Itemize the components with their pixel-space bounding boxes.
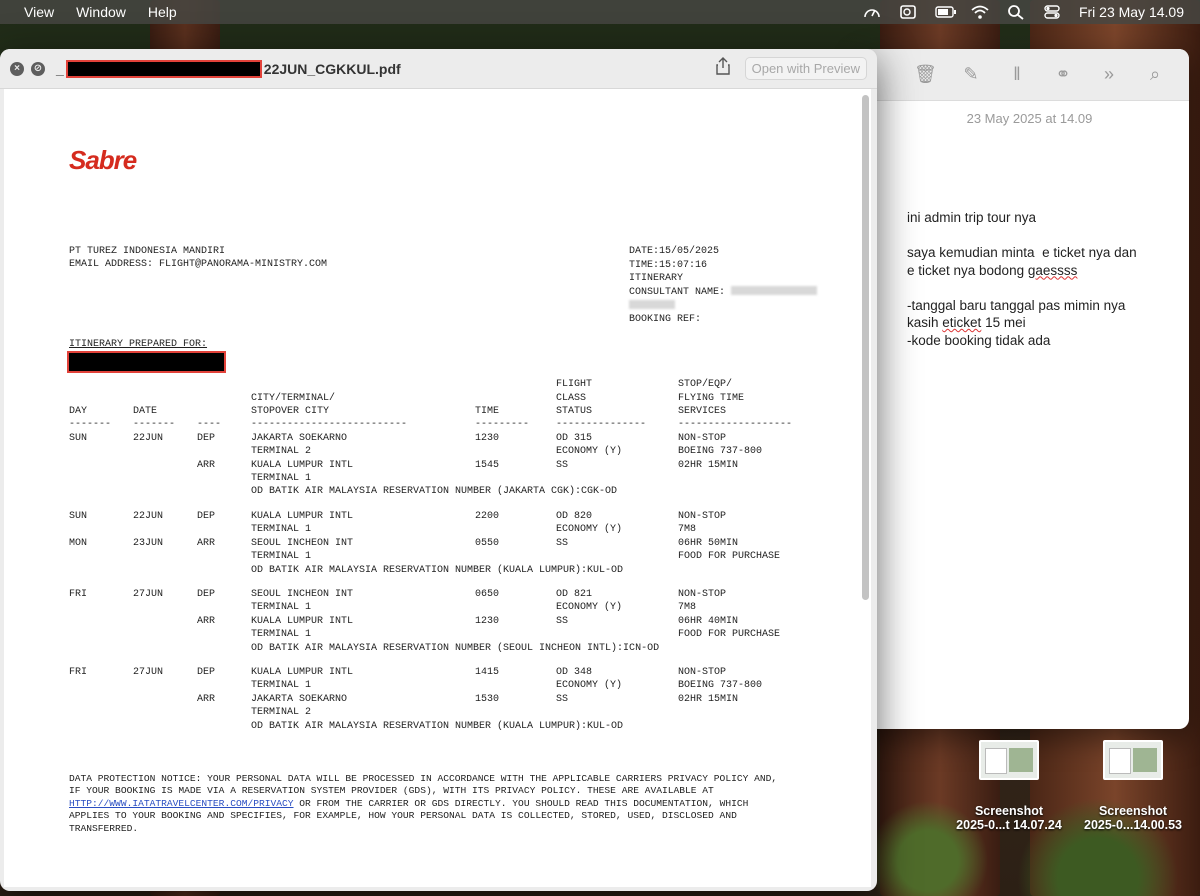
- battery-icon[interactable]: [935, 4, 956, 20]
- segment-time: 2200 0550: [475, 511, 500, 549]
- segment-time: 1415 1530: [475, 667, 500, 705]
- col-header-date: DATE: [133, 406, 158, 417]
- col-header-stop: STOP/EQP/ FLYING TIME SERVICES: [678, 379, 745, 417]
- more-icon[interactable]: »: [1098, 64, 1120, 85]
- itinerary-meta: DATE:15/05/2025 TIME:15:07:16 ITINERARY …: [629, 245, 818, 326]
- file-name: Screenshot: [974, 804, 1044, 818]
- close-icon[interactable]: ×: [10, 61, 24, 76]
- header-rule: -------: [69, 419, 112, 431]
- segment-time: 0650 1230: [475, 589, 500, 627]
- col-header-time: TIME: [475, 406, 500, 417]
- segment-date: 22JUN: [133, 432, 164, 444]
- segment-stop: NON-STOP 7M8 06HR 50MIN FOOD FOR PURCHAS…: [678, 511, 781, 563]
- segment-stop: NON-STOP BOEING 737-800 02HR 15MIN: [678, 667, 763, 705]
- blurred-text: [629, 299, 675, 309]
- menubar-clock[interactable]: Fri 23 May 14.09: [1079, 4, 1184, 20]
- quicklook-titlebar: × ⊘ _ 22JUN_CGKKUL.pdf Open with Preview: [0, 49, 877, 89]
- segment-action: DEP ARR: [197, 667, 216, 705]
- segment-flight: OD 315 ECONOMY (Y) SS: [556, 432, 623, 471]
- note-body[interactable]: ini admin trip tour nya saya kemudian mi…: [907, 209, 1177, 349]
- header-rule: ---------------: [556, 419, 647, 431]
- desktop-screenshot-file[interactable]: Screenshot 2025-0...14.00.53: [1068, 740, 1198, 832]
- segment-action: DEP ARR: [197, 432, 216, 471]
- header-rule: ----: [197, 419, 222, 431]
- screenshot-thumbnail: [1103, 740, 1163, 780]
- segment-date: 27JUN: [133, 667, 164, 678]
- notes-window: 🗑 ✎ ‖ ⚭ » ⌕ 23 May 2025 at 14.09 ini adm…: [860, 49, 1189, 729]
- note-line: ini admin trip tour nya: [907, 210, 1037, 225]
- menu-help[interactable]: Help: [137, 0, 188, 24]
- segment-time: 1230 1545: [475, 432, 500, 471]
- prepared-for-label: ITINERARY PREPARED FOR:: [69, 339, 208, 350]
- segment-flight: OD 821 ECONOMY (Y) SS: [556, 589, 623, 627]
- note-line: -tanggal baru tanggal pas mimin nya: [907, 297, 1126, 313]
- notes-toolbar: 🗑 ✎ ‖ ⚭ » ⌕: [860, 49, 1189, 101]
- gauge-icon[interactable]: [863, 4, 881, 20]
- segment-stop: NON-STOP BOEING 737-800 02HR 15MIN: [678, 432, 763, 471]
- blurred-text: [731, 286, 818, 296]
- open-with-preview-button[interactable]: Open with Preview: [744, 57, 867, 80]
- segment-stop: NON-STOP 7M8 06HR 40MIN FOOD FOR PURCHAS…: [678, 589, 781, 641]
- quicklook-window: × ⊘ _ 22JUN_CGKKUL.pdf Open with Preview…: [0, 49, 877, 891]
- search-icon[interactable]: [1007, 4, 1025, 20]
- search-icon[interactable]: ⌕: [1144, 64, 1166, 85]
- segment-flight: OD 348 ECONOMY (Y) SS: [556, 667, 623, 705]
- share-icon[interactable]: [715, 57, 731, 80]
- screenshot-thumbnail: [979, 740, 1039, 780]
- pdf-viewer[interactable]: Sabre PT TUREZ INDONESIA MANDIRI EMAIL A…: [4, 89, 871, 887]
- fullscreen-icon[interactable]: ⊘: [31, 61, 45, 76]
- segment-day: FRI: [69, 667, 88, 678]
- segment-date: 27JUN: [133, 589, 164, 600]
- note-date: 23 May 2025 at 14.09: [966, 111, 1093, 126]
- scrollbar[interactable]: [862, 95, 869, 600]
- note-line: kasih eticket 15 mei: [907, 315, 1026, 330]
- file-subname: 2025-0...14.00.53: [1084, 818, 1182, 832]
- note-line: e ticket nya bodong gaessss: [907, 262, 1078, 278]
- col-header-flight: FLIGHT CLASS STATUS: [556, 379, 593, 417]
- segment-flight: OD 820 ECONOMY (Y) SS: [556, 511, 623, 549]
- data-protection-notice: DATA PROTECTION NOTICE: YOUR PERSONAL DA…: [69, 773, 778, 834]
- collaborate-icon[interactable]: ⚭: [1052, 64, 1074, 85]
- segment-day: SUN MON: [69, 511, 88, 549]
- file-subname: 2025-0...t 14.07.24: [956, 818, 1062, 832]
- outlook-icon[interactable]: [899, 4, 917, 20]
- privacy-link[interactable]: HTTP://WWW.IATATRAVELCENTER.COM/PRIVACY: [69, 798, 294, 809]
- sabre-logo: Sabre: [69, 145, 137, 175]
- segment-day: FRI: [69, 589, 88, 600]
- note-line: saya kemudian minta e ticket nya dan: [907, 245, 1137, 260]
- header-rule: --------------------------: [251, 419, 408, 431]
- desktop-screenshot-file[interactable]: Screenshot 2025-0...t 14.07.24: [944, 740, 1074, 832]
- menu-window[interactable]: Window: [65, 0, 137, 24]
- note-line: -kode booking tidak ada: [907, 332, 1051, 348]
- redaction-box: [67, 351, 226, 373]
- file-name: Screenshot: [1098, 804, 1168, 818]
- trash-icon[interactable]: 🗑: [914, 64, 937, 85]
- document-title: _ 22JUN_CGKKUL.pdf: [56, 59, 401, 78]
- wifi-icon[interactable]: [971, 4, 989, 20]
- segment-day: SUN: [69, 432, 88, 444]
- segment-action: DEP ARR: [197, 589, 216, 627]
- col-header-day: DAY: [69, 406, 88, 417]
- menu-view[interactable]: View: [0, 0, 65, 24]
- audio-icon[interactable]: ‖: [1006, 64, 1028, 85]
- header-rule: ---------: [475, 419, 530, 431]
- redaction-box: [65, 59, 262, 78]
- col-header-city: CITY/TERMINAL/ STOPOVER CITY: [251, 392, 336, 417]
- agency-info: PT TUREZ INDONESIA MANDIRI EMAIL ADDRESS…: [69, 246, 328, 270]
- control-center-icon[interactable]: [1043, 4, 1061, 20]
- menu-bar: View Window Help Fri 23 May 14.09: [0, 0, 1200, 24]
- segment-action: DEP ARR: [197, 511, 216, 549]
- header-rule: -------: [133, 419, 176, 431]
- compose-icon[interactable]: ✎: [960, 64, 982, 85]
- header-rule: -------------------: [678, 419, 793, 431]
- segment-date: 22JUN 23JUN: [133, 511, 164, 549]
